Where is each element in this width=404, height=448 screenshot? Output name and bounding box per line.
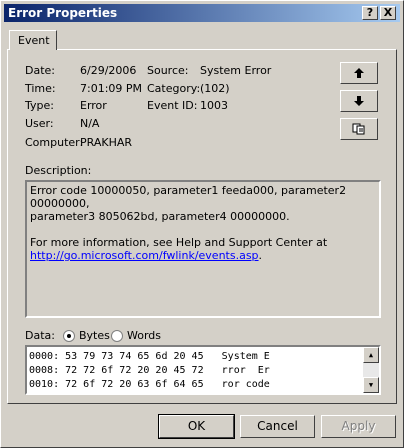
- next-event-button[interactable]: [340, 90, 378, 112]
- close-button[interactable]: X: [380, 6, 396, 20]
- event-id-label: Event ID:: [147, 99, 198, 112]
- time-label: Time:: [25, 82, 56, 95]
- scroll-down-button[interactable]: ▼: [363, 377, 379, 393]
- words-radio[interactable]: [111, 330, 123, 342]
- user-value: N/A: [80, 117, 100, 130]
- description-box[interactable]: Error code 10000050, parameter1 feeda000…: [25, 180, 381, 318]
- scroll-up-button[interactable]: ▲: [363, 347, 379, 363]
- bytes-radio-label[interactable]: Bytes: [79, 329, 110, 342]
- data-label: Data:: [25, 329, 55, 342]
- description-line-1: Error code 10000050, parameter1 feeda000…: [30, 184, 347, 210]
- computer-value: PRAKHAR: [80, 136, 133, 149]
- data-hex-view[interactable]: 0000: 53 79 73 74 65 6d 20 45 System E 0…: [25, 345, 381, 395]
- date-label: Date:: [25, 64, 55, 77]
- user-label: User:: [25, 117, 54, 130]
- description-line-2: parameter3 805062bd, parameter4 00000000…: [30, 210, 290, 223]
- help-button[interactable]: ?: [362, 6, 378, 20]
- title-bar[interactable]: Error Properties ? X: [4, 4, 400, 22]
- hex-scrollbar[interactable]: ▲ ▼: [363, 347, 379, 393]
- previous-event-button[interactable]: [340, 62, 378, 84]
- type-value: Error: [80, 99, 107, 112]
- tab-event[interactable]: Event: [9, 30, 57, 50]
- time-value: 7:01:09 PM: [80, 82, 143, 95]
- help-link[interactable]: http://go.microsoft.com/fwlink/events.as…: [30, 249, 259, 262]
- hex-row: 0000: 53 79 73 74 65 6d 20 45 System E: [29, 351, 270, 362]
- cancel-button[interactable]: Cancel: [240, 415, 315, 438]
- words-radio-label[interactable]: Words: [127, 329, 161, 342]
- copy-icon: [352, 123, 365, 135]
- category-value: (102): [200, 82, 230, 95]
- link-suffix: .: [258, 249, 263, 262]
- event-id-value: 1003: [200, 99, 228, 112]
- radio-selected-dot: [67, 334, 71, 338]
- description-line-3: For more information, see Help and Suppo…: [30, 236, 328, 249]
- description-label: Description:: [25, 164, 92, 177]
- source-value: System Error: [200, 64, 272, 77]
- computer-label: Computer:: [25, 136, 84, 149]
- type-label: Type:: [25, 99, 54, 112]
- date-value: 6/29/2006: [80, 64, 137, 77]
- arrow-down-icon: [354, 96, 364, 106]
- bytes-radio[interactable]: [63, 330, 75, 342]
- window-title: Error Properties: [8, 6, 118, 20]
- tab-event-label: Event: [18, 34, 50, 47]
- source-label: Source:: [147, 64, 189, 77]
- arrow-up-icon: [354, 68, 364, 78]
- hex-row: 0008: 72 72 6f 72 20 20 45 72 rror Er: [29, 365, 270, 376]
- hex-row: 0010: 72 6f 72 20 63 6f 64 65 ror code: [29, 379, 270, 390]
- ok-button[interactable]: OK: [158, 414, 235, 439]
- apply-button[interactable]: Apply: [321, 415, 396, 438]
- category-label: Category:: [147, 82, 201, 95]
- error-properties-window: Error Properties ? X Event Date: 6/29/20…: [0, 0, 404, 448]
- copy-button[interactable]: [340, 118, 378, 140]
